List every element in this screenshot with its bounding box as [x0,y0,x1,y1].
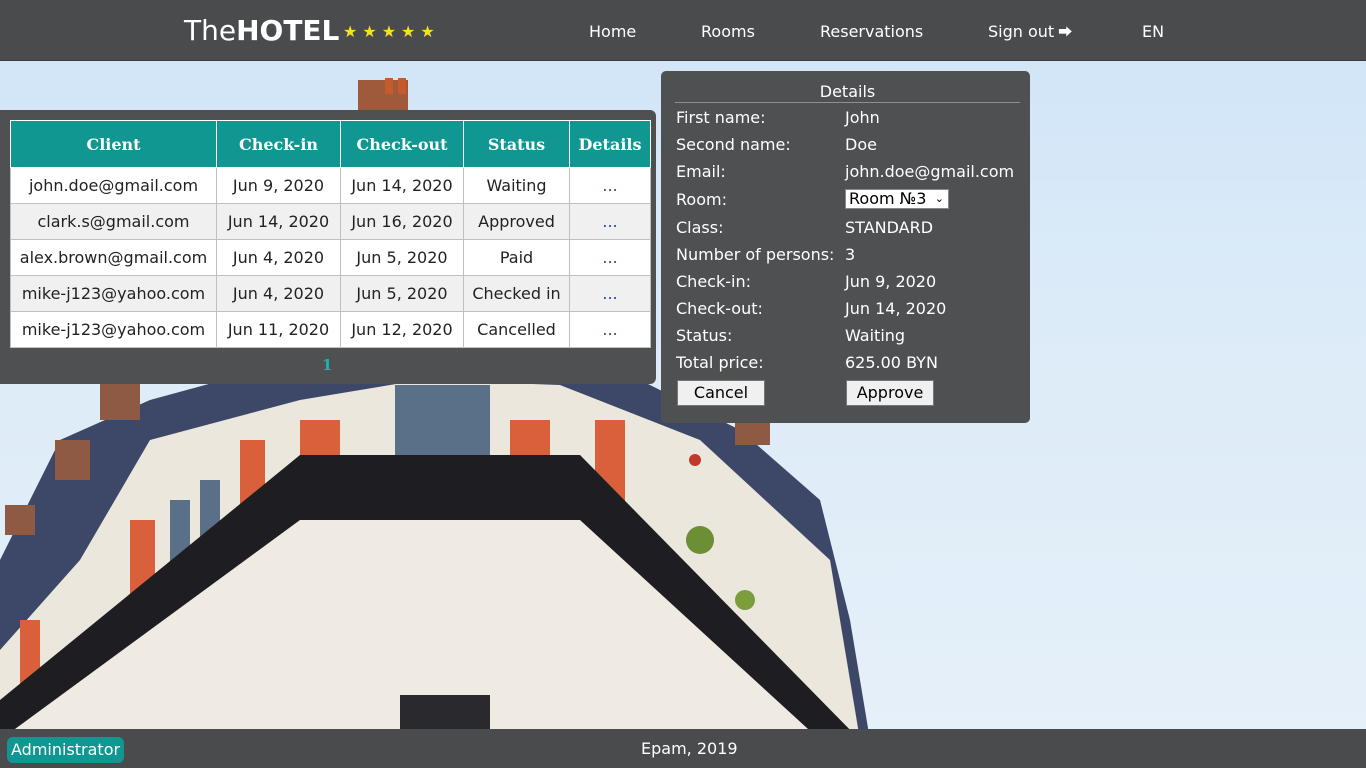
table-header-row: Client Check-in Check-out Status Details [10,120,651,168]
value-email: john.doe@gmail.com [845,162,1015,181]
brand-logo[interactable]: TheHOTEL [184,14,339,48]
value-second-name: Doe [845,135,877,154]
sign-out-label: Sign out [988,22,1055,41]
nav-sign-out[interactable]: Sign out ⮕ [988,22,1072,42]
cell-status: Paid [463,239,570,276]
room-select-value: Room №3 [849,189,927,208]
table-row[interactable]: john.doe@gmail.com Jun 9, 2020 Jun 14, 2… [10,167,651,204]
label-persons: Number of persons: [676,245,835,264]
approve-button[interactable]: Approve [846,380,934,406]
details-link[interactable]: ... [569,311,651,348]
cell-checkin: Jun 9, 2020 [216,167,341,204]
label-room: Room: [676,190,727,209]
cell-checkin: Jun 14, 2020 [216,203,341,240]
cell-client: mike-j123@yahoo.com [10,275,217,312]
language-switch[interactable]: EN [1142,22,1164,41]
nav-rooms[interactable]: Rooms [701,22,755,41]
cell-client: john.doe@gmail.com [10,167,217,204]
value-class: STANDARD [845,218,934,237]
value-persons: 3 [845,245,856,264]
value-total-price: 625.00 BYN [845,353,938,372]
details-link[interactable]: ... [569,167,651,204]
label-status: Status: [676,326,733,345]
label-second-name: Second name: [676,135,791,154]
table-row[interactable]: mike-j123@yahoo.com Jun 4, 2020 Jun 5, 2… [10,275,651,312]
column-details: Details [569,120,651,168]
label-email: Email: [676,162,726,181]
cell-client: clark.s@gmail.com [10,203,217,240]
value-checkin: Jun 9, 2020 [845,272,937,291]
column-status: Status [463,120,570,168]
cell-status: Cancelled [463,311,570,348]
cell-client: mike-j123@yahoo.com [10,311,217,348]
cell-status: Approved [463,203,570,240]
value-first-name: John [845,108,880,127]
brand-name: HOTEL [236,14,340,47]
cell-checkin: Jun 11, 2020 [216,311,341,348]
details-panel: Details First name: John Second name: Do… [661,71,1030,423]
role-badge: Administrator [7,737,125,763]
star-rating: ★★★★★ [343,22,440,41]
copyright-text: Epam, 2019 [641,739,738,758]
cell-checkin: Jun 4, 2020 [216,239,341,276]
cell-status: Checked in [463,275,570,312]
details-title: Details [675,82,1020,103]
cell-checkout: Jun 14, 2020 [340,167,464,204]
label-total-price: Total price: [676,353,764,372]
table-row[interactable]: alex.brown@gmail.com Jun 4, 2020 Jun 5, … [10,239,651,276]
value-status: Waiting [845,326,906,345]
column-checkout: Check-out [340,120,464,168]
top-navbar: TheHOTEL ★★★★★ Home Rooms Reservations S… [0,0,1366,61]
pagination-page-1[interactable]: 1 [322,356,332,374]
cell-checkout: Jun 16, 2020 [340,203,464,240]
value-checkout: Jun 14, 2020 [845,299,947,318]
sign-out-icon: ⮕ [1058,25,1073,41]
column-checkin: Check-in [216,120,341,168]
label-checkin: Check-in: [676,272,751,291]
details-link[interactable]: ... [569,203,651,240]
cell-checkin: Jun 4, 2020 [216,275,341,312]
nav-reservations[interactable]: Reservations [820,22,923,41]
table-row[interactable]: mike-j123@yahoo.com Jun 11, 2020 Jun 12,… [10,311,651,348]
nav-home[interactable]: Home [589,22,636,41]
reservations-panel: Client Check-in Check-out Status Details… [0,110,656,384]
details-link[interactable]: ... [569,275,651,312]
brand-prefix: The [184,14,237,47]
cell-checkout: Jun 5, 2020 [340,239,464,276]
table-row[interactable]: clark.s@gmail.com Jun 14, 2020 Jun 16, 2… [10,203,651,240]
details-link[interactable]: ... [569,239,651,276]
footer: Administrator Epam, 2019 [0,729,1366,768]
cell-checkout: Jun 5, 2020 [340,275,464,312]
column-client: Client [10,120,217,168]
label-checkout: Check-out: [676,299,763,318]
room-select[interactable]: Room №3 ⌄ [845,189,949,209]
reservations-table: Client Check-in Check-out Status Details… [10,120,651,348]
cell-client: alex.brown@gmail.com [10,239,217,276]
label-class: Class: [676,218,724,237]
cancel-button[interactable]: Cancel [677,380,765,406]
cell-status: Waiting [463,167,570,204]
chevron-down-icon: ⌄ [934,192,944,205]
cell-checkout: Jun 12, 2020 [340,311,464,348]
label-first-name: First name: [676,108,766,127]
